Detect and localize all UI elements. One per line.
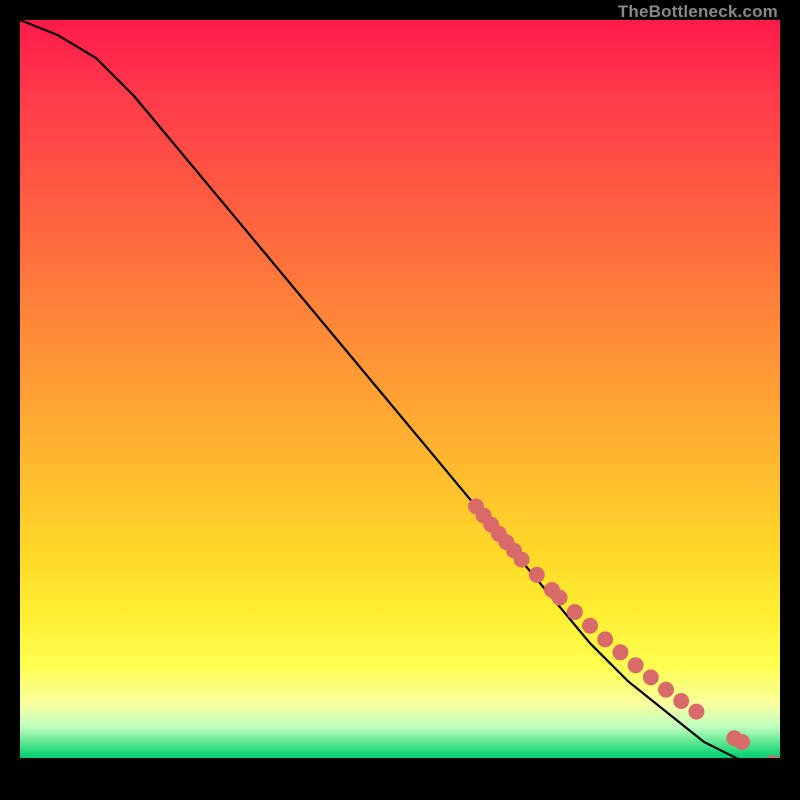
- data-marker: [688, 704, 704, 720]
- data-marker: [514, 552, 530, 568]
- line-curve: [20, 20, 780, 765]
- chart-svg: [20, 20, 780, 780]
- chart-container: TheBottleneck.com: [20, 20, 780, 780]
- watermark-text: TheBottleneck.com: [618, 2, 778, 22]
- data-marker: [552, 590, 568, 606]
- bottom-mask: [20, 758, 780, 780]
- data-marker: [628, 657, 644, 673]
- curve-line: [20, 20, 780, 765]
- data-marker: [582, 618, 598, 634]
- data-marker: [734, 734, 750, 750]
- plot-area: [20, 20, 780, 780]
- data-marker: [597, 631, 613, 647]
- data-marker: [529, 567, 545, 583]
- data-markers: [468, 498, 780, 772]
- data-marker: [612, 644, 628, 660]
- data-marker: [643, 669, 659, 685]
- data-marker: [658, 682, 674, 698]
- data-marker: [567, 604, 583, 620]
- data-marker: [673, 693, 689, 709]
